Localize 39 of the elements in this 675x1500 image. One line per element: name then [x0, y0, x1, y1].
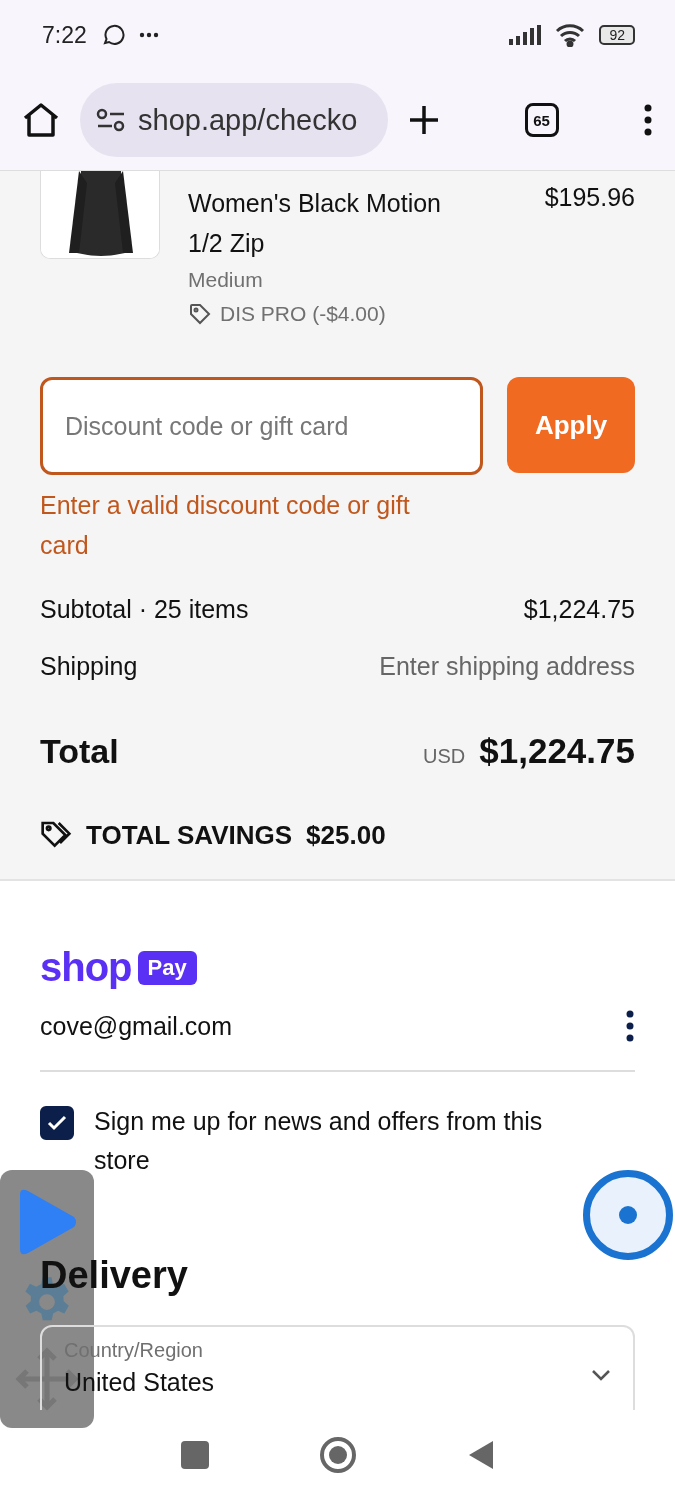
square-icon[interactable]	[180, 1441, 209, 1469]
shop-logo: shop	[40, 945, 132, 990]
url-bar[interactable]: shop.app/checko	[80, 83, 388, 157]
product-price: $195.96	[544, 182, 635, 213]
more-icon[interactable]	[643, 104, 653, 136]
summary-value: $1,224.75	[523, 595, 635, 624]
check-icon	[47, 1115, 67, 1131]
error-message: Enter a valid discount code or gift card	[40, 490, 411, 561]
clock-time: 7:22	[42, 21, 87, 49]
plus-icon[interactable]	[408, 104, 440, 136]
ellipsis-icon	[138, 32, 159, 38]
newsletter-checkbox[interactable]	[40, 1106, 74, 1140]
tag-icon	[188, 302, 212, 326]
summary-value: Enter shipping address	[379, 652, 635, 681]
summary-label: Subtotal · 25 items	[40, 595, 249, 624]
circle-icon[interactable]	[318, 1436, 357, 1474]
currency-code: USD	[423, 745, 466, 767]
section-heading: Delivery	[40, 1254, 189, 1297]
savings-amount: $25.00	[306, 819, 386, 851]
discount-label: DIS PRO (-$4.00)	[220, 301, 386, 327]
discount-code-field[interactable]: Discount code or gift card	[40, 377, 483, 475]
signal-icon	[509, 25, 542, 45]
more-icon[interactable]	[625, 1010, 635, 1042]
total-amount: $1,224.75	[479, 731, 635, 770]
summary-label: Shipping	[40, 652, 138, 681]
site-settings-icon[interactable]	[96, 108, 126, 132]
chevron-down-icon	[591, 1369, 611, 1381]
tab-count-button[interactable]: 65	[524, 103, 559, 137]
battery-level: 92	[599, 25, 635, 45]
account-email: cove@gmail.com	[40, 1011, 233, 1041]
url-text: shop.app/checko	[138, 103, 358, 137]
pay-badge: Pay	[137, 950, 197, 985]
home-icon[interactable]	[22, 102, 60, 138]
product-title: Women's Black Motion 1/2 Zip	[188, 188, 442, 259]
total-label: Total	[40, 732, 119, 771]
product-variant: Medium	[188, 267, 264, 293]
savings-label: TOTAL SAVINGS	[86, 819, 293, 851]
newsletter-label: Sign me up for news and offers from this store	[94, 1106, 544, 1176]
wifi-icon	[555, 23, 586, 47]
